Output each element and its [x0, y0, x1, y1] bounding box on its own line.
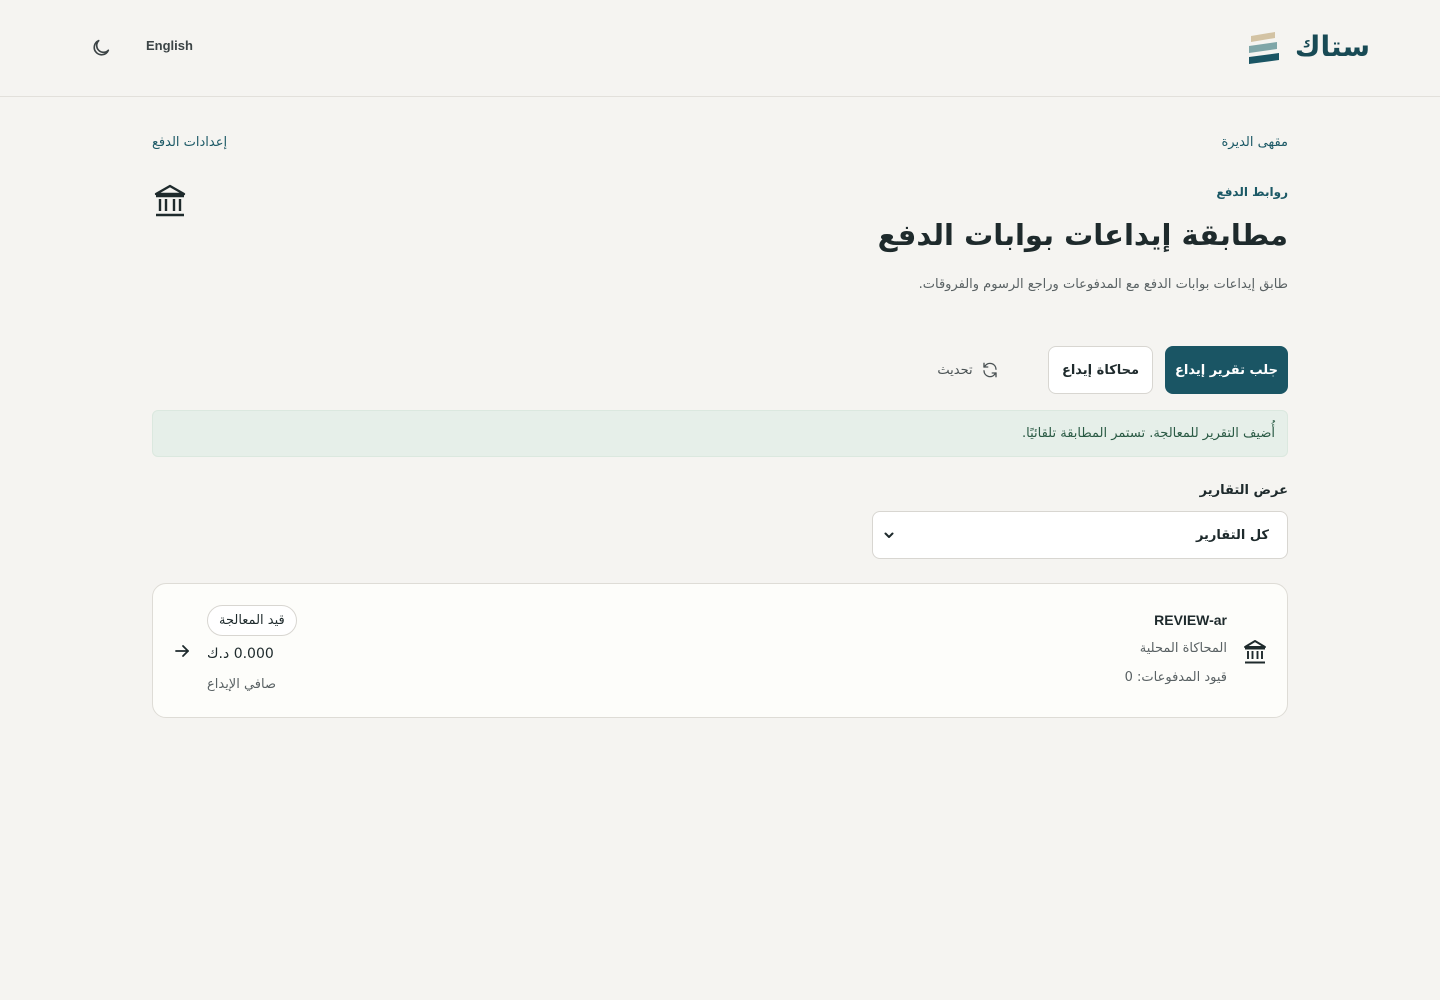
page-subtitle: طابق إيداعات بوابات الدفع مع المدفوعات و…	[918, 277, 1288, 292]
report-card[interactable]: REVIEW-ar المحاكاة المحلية قيود المدفوعا…	[152, 583, 1288, 718]
reports-filter-select[interactable]: كل التقارير	[872, 511, 1288, 559]
simulate-deposit-button[interactable]: محاكاة إيداع	[1048, 346, 1153, 394]
arrow-right-icon[interactable]	[173, 642, 191, 660]
refresh-icon	[982, 362, 997, 378]
section-eyebrow: روابط الدفع	[1216, 185, 1288, 199]
select-value: كل التقارير	[1195, 527, 1269, 543]
page-title: مطابقة إيداعات بوابات الدفع	[877, 218, 1288, 252]
stack-logo-icon	[1248, 32, 1279, 64]
breadcrumb-merchant[interactable]: مقهى الديرة	[1222, 135, 1289, 150]
top-bar: ستاك English	[0, 0, 1440, 97]
net-deposit-amount: 0.000 د.ك	[207, 646, 274, 662]
report-reference: REVIEW-ar	[1154, 612, 1227, 628]
success-alert: أُضيف التقرير للمعالجة. تستمر المطابقة ت…	[152, 410, 1288, 457]
language-toggle[interactable]: English	[146, 38, 193, 53]
refresh-button[interactable]: تحديث	[920, 346, 1016, 394]
brand-name: ستاك	[1294, 30, 1370, 63]
brand-logo[interactable]: ستاك	[1247, 30, 1370, 64]
filter-label: عرض التقارير	[1199, 483, 1288, 498]
chevron-down-icon	[884, 532, 894, 538]
status-badge: قيد المعالجة	[207, 605, 297, 636]
moon-icon[interactable]	[90, 37, 112, 59]
bank-icon	[1244, 640, 1266, 664]
bank-icon	[154, 184, 186, 217]
net-deposit-label: صافي الإيداع	[207, 677, 277, 692]
report-provider: المحاكاة المحلية	[1139, 641, 1227, 656]
payment-entries-count: قيود المدفوعات: 0	[1124, 670, 1227, 685]
refresh-label: تحديث	[937, 362, 973, 378]
alert-message: أُضيف التقرير للمعالجة. تستمر المطابقة ت…	[1022, 426, 1275, 441]
payment-settings-link[interactable]: إعدادات الدفع	[152, 135, 227, 150]
fetch-report-button[interactable]: جلب تقرير إيداع	[1165, 346, 1288, 394]
